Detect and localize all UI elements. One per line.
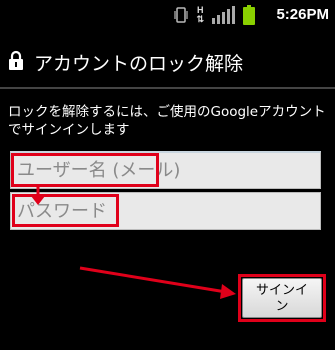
page-title: アカウントのロック解除 xyxy=(34,53,244,75)
password-field[interactable] xyxy=(10,192,321,230)
instructions-text: ロックを解除するには、ご使用のGoogleアカウントでサインインします xyxy=(8,104,326,138)
password-input[interactable] xyxy=(11,193,320,229)
title-divider xyxy=(0,87,335,89)
status-icons: H ⇅ xyxy=(174,4,255,26)
network-type-label: H xyxy=(196,5,204,15)
status-bar: H ⇅ 5:26PM xyxy=(0,0,335,30)
username-field[interactable] xyxy=(10,151,321,189)
arrow-to-signin xyxy=(79,266,236,299)
signal-icon xyxy=(212,6,235,24)
signin-button[interactable]: サインイン xyxy=(242,278,322,318)
vibrate-icon xyxy=(174,6,189,24)
username-input[interactable] xyxy=(11,153,320,188)
battery-icon xyxy=(243,5,255,25)
title-bar: アカウントのロック解除 xyxy=(0,40,335,84)
data-arrows-icon: H ⇅ xyxy=(196,5,204,24)
lock-icon xyxy=(8,50,24,70)
status-time: 5:26PM xyxy=(276,6,329,23)
